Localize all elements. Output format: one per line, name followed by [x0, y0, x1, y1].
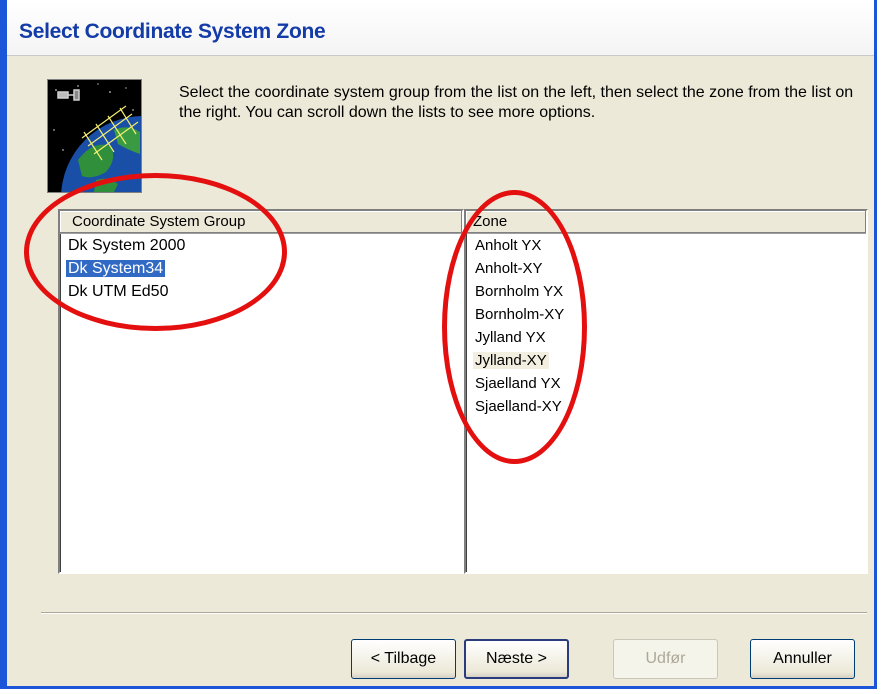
globe-satellite-icon [47, 79, 142, 193]
list-item[interactable]: Jylland YX [466, 326, 866, 349]
list-item[interactable]: Sjaelland-XY [466, 395, 866, 418]
list-item[interactable]: Anholt-XY [466, 257, 866, 280]
list-item[interactable]: Bornholm-XY [466, 303, 866, 326]
coordinate-group-header[interactable]: Coordinate System Group [60, 211, 462, 234]
list-item[interactable]: Dk UTM Ed50 [60, 280, 462, 303]
back-button[interactable]: < Tilbage [351, 639, 456, 679]
header-panel: Select Coordinate System Zone [7, 0, 874, 56]
list-item[interactable]: Bornholm YX [466, 280, 866, 303]
list-item[interactable]: Sjaelland YX [466, 372, 866, 395]
zone-header[interactable]: Zone [466, 211, 866, 234]
instructions-text: Select the coordinate system group from … [179, 84, 854, 121]
list-item[interactable]: Dk System 2000 [60, 234, 462, 257]
dialog-title: Select Coordinate System Zone [19, 20, 326, 43]
list-item[interactable]: Anholt YX [466, 234, 866, 257]
finish-button: Udfør [613, 639, 718, 679]
coordinate-group-list[interactable]: Coordinate System Group Dk System 2000 D… [58, 209, 464, 574]
zone-list[interactable]: Zone Anholt YX Anholt-XY Bornholm YX Bor… [464, 209, 868, 574]
cancel-button[interactable]: Annuller [750, 639, 855, 679]
list-item[interactable]: Dk System34 [60, 257, 462, 280]
dialog-window: Select Coordinate System Zone Select the… [0, 0, 877, 689]
next-button[interactable]: Næste > [464, 639, 569, 679]
button-separator [41, 612, 867, 614]
list-item[interactable]: Jylland-XY [466, 349, 866, 372]
